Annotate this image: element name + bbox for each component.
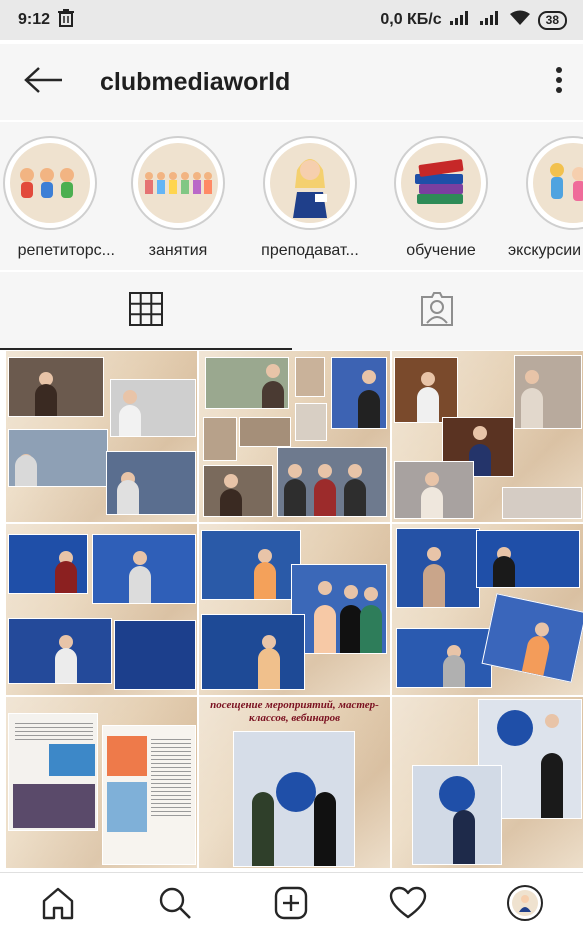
- collage-photo: [412, 765, 502, 865]
- highlight-education[interactable]: обучение: [376, 136, 506, 260]
- profile-header: clubmediaworld: [0, 44, 583, 120]
- collage-photo: [201, 614, 305, 690]
- status-bar: 9:12 0,0 КБ/с 38: [0, 0, 583, 40]
- story-highlights: репетиторс... занятия преподават...: [0, 122, 583, 270]
- post-caption: посещение мероприятий, мастер-классов, в…: [199, 699, 390, 725]
- back-arrow-icon[interactable]: [24, 66, 64, 99]
- collage-photo: [110, 379, 196, 437]
- signal-icon-2: [480, 11, 502, 30]
- collage-photo: [92, 534, 196, 604]
- highlight-teachers[interactable]: преподават...: [245, 136, 375, 260]
- highlight-label: репетиторс...: [0, 242, 115, 260]
- excursion-icon: [533, 143, 583, 223]
- collage-photo: [396, 628, 492, 688]
- collage-photo: [8, 713, 98, 831]
- collage-photo: [203, 465, 273, 517]
- collage-photo: [8, 534, 88, 594]
- collage-photo: [203, 417, 237, 461]
- collage-photo: [291, 564, 387, 654]
- collage-photo: [205, 357, 289, 409]
- heart-icon: [389, 886, 427, 925]
- collage-photo: [394, 461, 474, 519]
- highlight-label: преподават...: [245, 242, 375, 260]
- trash-notification-icon: [58, 9, 74, 32]
- highlight-label: обучение: [376, 242, 506, 260]
- collage-photo: [239, 417, 291, 447]
- collage-photo: [502, 487, 582, 519]
- profile-username: clubmediaworld: [100, 68, 555, 97]
- post-thumbnail[interactable]: [6, 524, 197, 695]
- highlight-tutoring[interactable]: репетиторс...: [0, 136, 115, 260]
- children-row-icon: [138, 143, 218, 223]
- highlight-label: занятия: [113, 242, 243, 260]
- collage-photo: [396, 528, 480, 608]
- collage-photo: [295, 403, 327, 441]
- collage-photo: [331, 357, 387, 429]
- home-icon: [40, 885, 76, 926]
- profile-avatar-icon: [506, 884, 544, 927]
- signal-icon: [450, 11, 472, 30]
- battery-indicator: 38: [538, 11, 567, 30]
- more-vertical-icon[interactable]: [555, 66, 563, 99]
- post-thumbnail[interactable]: [392, 351, 583, 522]
- post-thumbnail[interactable]: [199, 351, 390, 522]
- teacher-icon: [270, 143, 350, 223]
- search-icon: [157, 885, 193, 926]
- collage-photo: [201, 530, 301, 600]
- collage-photo: [102, 725, 196, 865]
- post-thumbnail[interactable]: [392, 697, 583, 868]
- collage-photo: [394, 357, 458, 423]
- highlight-excursions[interactable]: экскурсии: [508, 136, 583, 260]
- wifi-icon: [510, 10, 530, 31]
- highlight-label: экскурсии: [508, 242, 583, 260]
- posts-grid: посещение мероприятий, мастер-классов, в…: [6, 351, 583, 869]
- nav-profile[interactable]: [500, 880, 550, 930]
- collage-photo: [114, 620, 196, 690]
- post-thumbnail[interactable]: [199, 524, 390, 695]
- clock: 9:12: [18, 11, 50, 29]
- collage-photo: [514, 355, 582, 429]
- collage-photo: [8, 618, 112, 684]
- tab-grid[interactable]: [0, 272, 292, 350]
- post-thumbnail[interactable]: [392, 524, 583, 695]
- nav-new-post[interactable]: [266, 880, 316, 930]
- nav-search[interactable]: [150, 880, 200, 930]
- nav-activity[interactable]: [383, 880, 433, 930]
- collage-photo: [295, 357, 325, 397]
- books-icon: [401, 143, 481, 223]
- grid-icon: [129, 292, 163, 331]
- tagged-person-icon: [419, 291, 455, 332]
- collage-photo: [277, 447, 387, 517]
- collage-photo: [233, 731, 355, 867]
- post-thumbnail[interactable]: [6, 697, 197, 868]
- kids-icon: [10, 143, 90, 223]
- network-speed: 0,0 КБ/с: [380, 11, 441, 29]
- bottom-navigation: [0, 872, 583, 937]
- collage-photo: [8, 357, 104, 417]
- collage-photo: [106, 451, 196, 515]
- collage-photo: [8, 429, 108, 487]
- add-post-icon: [273, 885, 309, 926]
- highlight-classes[interactable]: занятия: [113, 136, 243, 260]
- nav-home[interactable]: [33, 880, 83, 930]
- collage-photo: [476, 530, 580, 588]
- tab-tagged[interactable]: [292, 272, 583, 350]
- profile-tabs: [0, 272, 583, 350]
- post-thumbnail[interactable]: посещение мероприятий, мастер-классов, в…: [199, 697, 390, 868]
- post-thumbnail[interactable]: [6, 351, 197, 522]
